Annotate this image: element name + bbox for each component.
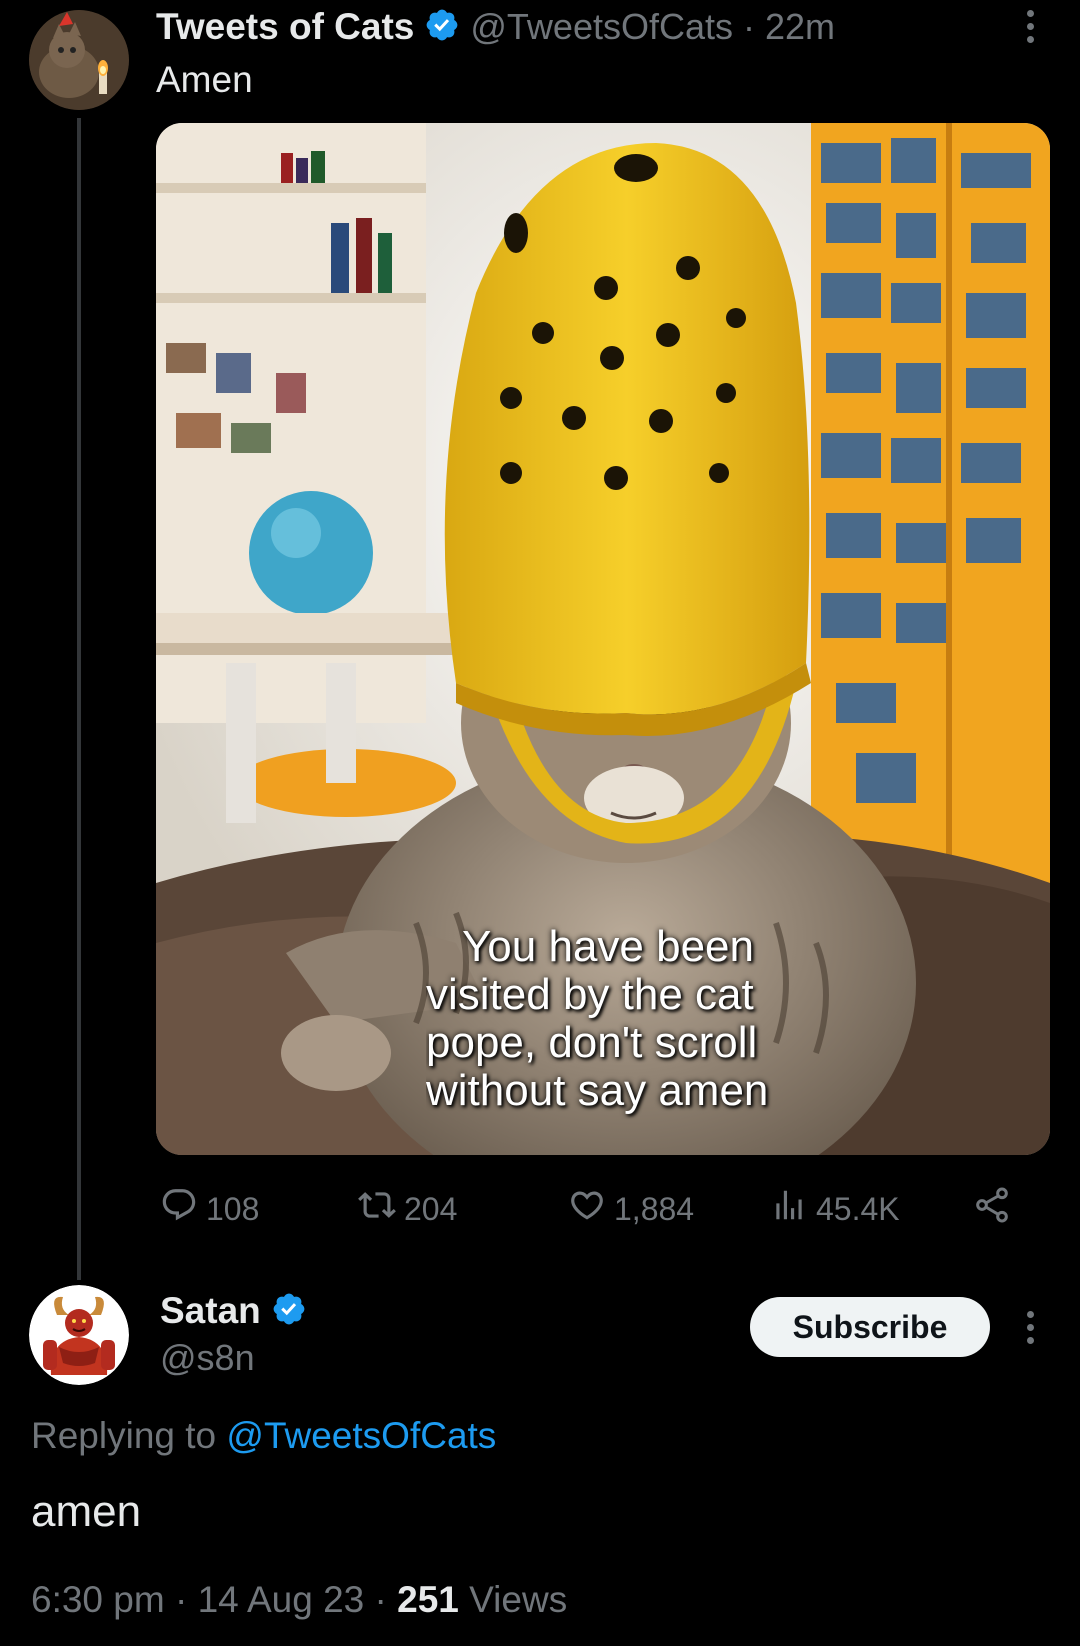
retweet-count: 204: [404, 1190, 458, 1227]
media-caption-line-1: You have been: [462, 923, 754, 971]
reply-icon: [160, 1186, 198, 1232]
replying-to-prefix: Replying to: [31, 1415, 217, 1456]
tweet-text: Amen: [156, 59, 253, 100]
share-icon: [972, 1185, 1012, 1233]
media-caption: You have been visited by the cat pope, d…: [426, 923, 826, 1115]
thread-connector-line: [77, 118, 81, 1280]
verified-badge-icon: [424, 7, 460, 48]
media-caption-line-2: visited by the cat: [426, 970, 754, 1019]
replying-to-handle-link[interactable]: @TweetsOfCats: [226, 1415, 496, 1456]
meta-separator: ·: [174, 1579, 188, 1620]
reply-handle[interactable]: @s8n: [160, 1336, 255, 1380]
tweet-handle[interactable]: @TweetsOfCats: [470, 6, 733, 48]
reply-time[interactable]: 6:30 pm: [31, 1579, 165, 1620]
subscribe-button[interactable]: Subscribe: [750, 1297, 990, 1357]
reply-views-count: 251: [397, 1579, 459, 1620]
cat-pope-photo: You have been visited by the cat pope, d…: [156, 123, 1050, 1155]
reply-views-label: Views: [469, 1579, 568, 1620]
like-button[interactable]: 1,884: [568, 1185, 694, 1233]
reply-date[interactable]: 14 Aug 23: [198, 1579, 365, 1620]
share-button[interactable]: [972, 1185, 1012, 1233]
tweet-timestamp[interactable]: 22m: [765, 6, 835, 48]
like-icon: [568, 1186, 606, 1232]
reply-avatar[interactable]: [29, 1285, 129, 1385]
reply-more-icon[interactable]: [1010, 1307, 1050, 1347]
like-count: 1,884: [614, 1190, 695, 1227]
reply-author-name[interactable]: Satan: [160, 1290, 261, 1332]
tweet-separator: ·: [743, 6, 755, 47]
reply-count: 108: [206, 1190, 260, 1227]
views-count: 45.4K: [816, 1190, 900, 1227]
reply-button[interactable]: 108: [160, 1185, 259, 1233]
tweet-author-name[interactable]: Tweets of Cats: [156, 6, 414, 48]
tweet-avatar[interactable]: [29, 10, 129, 110]
meta-separator: ·: [374, 1579, 387, 1620]
media-caption-line-4: without say amen: [426, 1066, 769, 1115]
replying-to-line: Replying to @TweetsOfCats: [31, 1412, 496, 1460]
retweet-icon: [358, 1186, 396, 1232]
tweet-header: Tweets of Cats @TweetsOfCats · 22m: [156, 2, 835, 52]
verified-badge-icon: [271, 1291, 307, 1332]
reply-text: amen: [31, 1487, 142, 1536]
tweet-more-icon[interactable]: [1010, 6, 1050, 46]
reply-author-row: Satan: [160, 1286, 307, 1336]
tweet-action-bar: 108 204 1,884 45.4K: [160, 1185, 1020, 1233]
views-button[interactable]: 45.4K: [770, 1185, 900, 1233]
views-icon: [770, 1186, 808, 1232]
media-caption-line-3: pope, don't scroll: [426, 1018, 758, 1067]
tweet-media-image[interactable]: You have been visited by the cat pope, d…: [156, 123, 1050, 1155]
retweet-button[interactable]: 204: [358, 1185, 457, 1233]
reply-meta: 6:30 pm · 14 Aug 23 · 251 Views: [31, 1576, 567, 1624]
